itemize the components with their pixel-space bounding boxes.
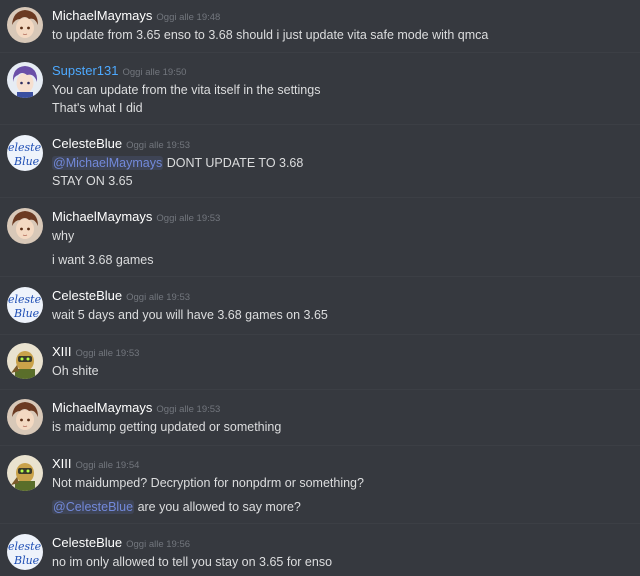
user-mention[interactable]: @CelesteBlue <box>52 500 135 514</box>
timestamp: Oggi alle 19:56 <box>126 539 191 550</box>
message-text: to update from 3.65 enso to 3.68 should … <box>52 28 489 42</box>
message-text-part: DONT UPDATE TO 3.68 <box>163 156 304 170</box>
svg-text:eleste: eleste <box>8 540 42 553</box>
message-text: @CelesteBlue are you allowed to say more… <box>52 500 301 514</box>
message-text: Oh shite <box>52 364 99 378</box>
message-text: You can update from the vita itself in t… <box>52 83 321 97</box>
celeste-blue-handwritten-avatar-icon: eleste Blue <box>7 534 43 570</box>
avatar[interactable]: eleste Blue <box>7 135 43 171</box>
avatar[interactable] <box>7 399 43 435</box>
username[interactable]: Supster131 <box>52 63 119 78</box>
svg-text:eleste: eleste <box>8 141 42 154</box>
message-divider <box>0 197 640 198</box>
svg-text:eleste: eleste <box>8 293 42 306</box>
timestamp: Oggi alle 19:48 <box>156 12 221 23</box>
robot-character-avatar-icon <box>7 455 43 491</box>
message-text: Not maidumped? Decryption for nonpdrm or… <box>52 476 364 490</box>
username[interactable]: MichaelMaymays <box>52 400 152 415</box>
username[interactable]: XIII <box>52 344 72 359</box>
celeste-blue-handwritten-avatar-icon: eleste Blue <box>7 135 43 171</box>
username[interactable]: XIII <box>52 456 72 471</box>
timestamp: Oggi alle 19:53 <box>156 404 221 415</box>
svg-text:Blue: Blue <box>13 307 40 320</box>
svg-text:Blue: Blue <box>13 554 40 567</box>
timestamp: Oggi alle 19:53 <box>156 213 221 224</box>
avatar[interactable] <box>7 455 43 491</box>
message-text: no im only allowed to tell you stay on 3… <box>52 555 333 569</box>
message-text: is maidump getting updated or something <box>52 420 282 434</box>
message-header: CelesteBlue Oggi alle 19:56 <box>52 534 190 552</box>
message-header: CelesteBlue Oggi alle 19:53 <box>52 135 190 153</box>
message-header: Supster131 Oggi alle 19:50 <box>52 62 186 80</box>
svg-text:Blue: Blue <box>13 155 40 168</box>
avatar[interactable] <box>7 343 43 379</box>
robot-character-avatar-icon <box>7 343 43 379</box>
timestamp: Oggi alle 19:54 <box>75 460 140 471</box>
message-text: @MichaelMaymays DONT UPDATE TO 3.68 <box>52 156 303 170</box>
message-text-part: are you allowed to say more? <box>134 500 301 514</box>
message-text: wait 5 days and you will have 3.68 games… <box>52 308 328 322</box>
timestamp: Oggi alle 19:50 <box>122 67 187 78</box>
message-divider <box>0 523 640 524</box>
avatar[interactable] <box>7 208 43 244</box>
brown-hair-anime-avatar-icon <box>7 399 43 435</box>
message-divider <box>0 334 640 335</box>
username[interactable]: MichaelMaymays <box>52 209 152 224</box>
message-divider <box>0 276 640 277</box>
message-header: MichaelMaymays Oggi alle 19:53 <box>52 399 220 417</box>
message-text: why <box>52 229 75 243</box>
username[interactable]: CelesteBlue <box>52 288 122 303</box>
message-text: That's what I did <box>52 101 143 115</box>
message-header: MichaelMaymays Oggi alle 19:53 <box>52 208 220 226</box>
message-divider <box>0 389 640 390</box>
celeste-blue-handwritten-avatar-icon: eleste Blue <box>7 287 43 323</box>
username[interactable]: CelesteBlue <box>52 535 122 550</box>
message-divider <box>0 52 640 53</box>
message-header: MichaelMaymays Oggi alle 19:48 <box>52 7 220 25</box>
message-divider <box>0 124 640 125</box>
avatar[interactable] <box>7 7 43 43</box>
message-header: XIII Oggi alle 19:54 <box>52 455 139 473</box>
timestamp: Oggi alle 19:53 <box>126 292 191 303</box>
brown-hair-anime-avatar-icon <box>7 7 43 43</box>
message-header: XIII Oggi alle 19:53 <box>52 343 139 361</box>
timestamp: Oggi alle 19:53 <box>126 140 191 151</box>
message-text: i want 3.68 games <box>52 253 154 267</box>
purple-hair-anime-avatar-icon <box>7 62 43 98</box>
brown-hair-anime-avatar-icon <box>7 208 43 244</box>
user-mention[interactable]: @MichaelMaymays <box>52 156 164 170</box>
message-header: CelesteBlue Oggi alle 19:53 <box>52 287 190 305</box>
username[interactable]: MichaelMaymays <box>52 8 152 23</box>
avatar[interactable]: eleste Blue <box>7 287 43 323</box>
message-divider <box>0 445 640 446</box>
timestamp: Oggi alle 19:53 <box>75 348 140 359</box>
chat-message-list: MichaelMaymays Oggi alle 19:48 to update … <box>0 0 640 576</box>
avatar[interactable] <box>7 62 43 98</box>
message-text: STAY ON 3.65 <box>52 174 133 188</box>
avatar[interactable]: eleste Blue <box>7 534 43 570</box>
username[interactable]: CelesteBlue <box>52 136 122 151</box>
